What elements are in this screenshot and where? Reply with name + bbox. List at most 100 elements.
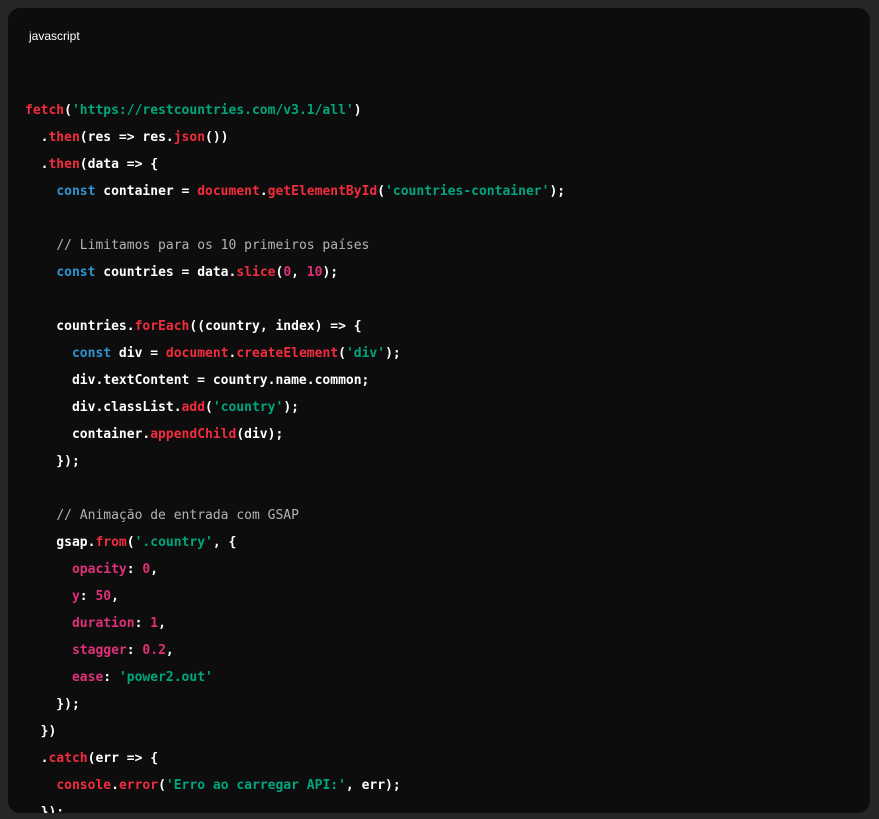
code-token-plain: ( xyxy=(126,535,135,550)
code-token-method: error xyxy=(118,778,159,793)
code-token-keyword: const xyxy=(56,184,96,199)
code-token-plain: ( xyxy=(338,346,346,361)
code-token-method: appendChild xyxy=(150,427,237,442)
code-line: ease: 'power2.out' xyxy=(25,664,565,691)
code-line: }); xyxy=(25,691,565,718)
code-line: const div = document.createElement('div'… xyxy=(25,340,565,367)
code-line: const countries = data.slice(0, 10); xyxy=(25,259,565,286)
code-line: fetch('https://restcountries.com/v3.1/al… xyxy=(25,97,565,124)
code-token-string: 'countries-container' xyxy=(385,184,550,199)
code-token-plain: div.classList. xyxy=(25,400,182,415)
code-token-number: 10 xyxy=(306,265,323,280)
code-line: .catch(err => { xyxy=(25,745,565,772)
page-background: javascript fetch('https://restcountries.… xyxy=(0,0,879,819)
code-token-plain: }); xyxy=(25,454,80,469)
code-token-comment: // Animação de entrada com GSAP xyxy=(56,508,299,523)
code-token-string: 'https://restcountries.com/v3.1/all' xyxy=(71,103,354,118)
code-token-plain: ((country, index) => { xyxy=(189,319,362,334)
code-token-method: add xyxy=(181,400,206,415)
code-token-plain: , xyxy=(111,589,119,604)
code-token-plain: ); xyxy=(549,184,566,199)
code-token-plain: (err => { xyxy=(87,751,159,766)
code-token-method: then xyxy=(48,130,80,145)
code-token-plain: . xyxy=(25,157,49,172)
code-line: container.appendChild(div); xyxy=(25,421,565,448)
code-token-plain: container. xyxy=(25,427,151,442)
code-line: }); xyxy=(25,448,565,475)
code-token-plain: ); xyxy=(322,265,339,280)
code-line: // Limitamos para os 10 primeiros países xyxy=(25,232,565,259)
code-token-plain: , xyxy=(158,616,166,631)
code-token-method: catch xyxy=(48,751,88,766)
code-token-plain: ( xyxy=(158,778,166,793)
code-token-plain: : xyxy=(134,616,151,631)
code-token-plain: ()) xyxy=(205,130,229,145)
code-token-plain: . xyxy=(259,184,268,199)
code-token-plain: countries. xyxy=(25,319,135,334)
code-block: javascript fetch('https://restcountries.… xyxy=(8,8,870,813)
code-token-plain: }); xyxy=(25,805,65,813)
code-token-string: 'Erro ao carregar API:' xyxy=(165,778,346,793)
code-token-plain: . xyxy=(25,751,49,766)
code-token-plain: }); xyxy=(25,697,80,712)
code-token-plain: container = xyxy=(95,184,198,199)
code-line: .then(data => { xyxy=(25,151,565,178)
code-token-method: forEach xyxy=(134,319,190,334)
code-line: .then(res => res.json()) xyxy=(25,124,565,151)
code-token-comment: // Limitamos para os 10 primeiros países xyxy=(56,238,370,253)
code-token-number: 1 xyxy=(150,616,159,631)
code-line: y: 50, xyxy=(25,583,565,610)
code-token-number: 0 xyxy=(283,265,292,280)
code-token-plain: , xyxy=(150,562,159,577)
code-token-method: getElementById xyxy=(267,184,378,199)
code-token-plain: countries = data. xyxy=(95,265,237,280)
code-token-plain: , { xyxy=(212,535,237,550)
code-token-plain: , err); xyxy=(345,778,401,793)
code-line: div.textContent = country.name.common; xyxy=(25,367,565,394)
code-line: gsap.from('.country', { xyxy=(25,529,565,556)
code-token-method: document xyxy=(165,346,229,361)
code-token-plain: ) xyxy=(353,103,362,118)
code-line: div.classList.add('country'); xyxy=(25,394,565,421)
code-token-method: fetch xyxy=(25,103,65,118)
code-token-plain: (data => { xyxy=(79,157,159,172)
code-line: countries.forEach((country, index) => { xyxy=(25,313,565,340)
code-line: stagger: 0.2, xyxy=(25,637,565,664)
code-token-plain: }) xyxy=(25,724,57,739)
code-token-string: 'country' xyxy=(212,400,284,415)
code-line: // Animação de entrada com GSAP xyxy=(25,502,565,529)
code-body[interactable]: fetch ( 'https://restcountries.com/v3.1/al… xyxy=(25,70,565,813)
code-token-prop: y xyxy=(71,589,80,604)
code-token-prop: stagger xyxy=(71,643,127,658)
code-line: const container = document.getElementByI… xyxy=(25,178,565,205)
code-token-plain: . xyxy=(25,130,49,145)
code-token-prop: ease xyxy=(71,670,104,685)
code-token-method: document xyxy=(197,184,260,199)
code-token-number: 0.2 xyxy=(142,643,166,658)
code-token-plain: : xyxy=(79,589,96,604)
code-token-prop: opacity xyxy=(71,562,127,577)
code-token-string: 'div' xyxy=(345,346,386,361)
code-token-method: console xyxy=(56,778,112,793)
code-line: opacity: 0, xyxy=(25,556,565,583)
code-token-plain: (res => res. xyxy=(79,130,174,145)
code-token-keyword: const xyxy=(56,265,96,280)
code-token-plain: : xyxy=(103,670,119,685)
code-token-plain: ( xyxy=(205,400,213,415)
code-token-method: createElement xyxy=(236,346,339,361)
code-token-method: json xyxy=(173,130,206,145)
code-line: console.error('Erro ao carregar API:', e… xyxy=(25,772,565,799)
code-token-plain: . xyxy=(111,778,119,793)
